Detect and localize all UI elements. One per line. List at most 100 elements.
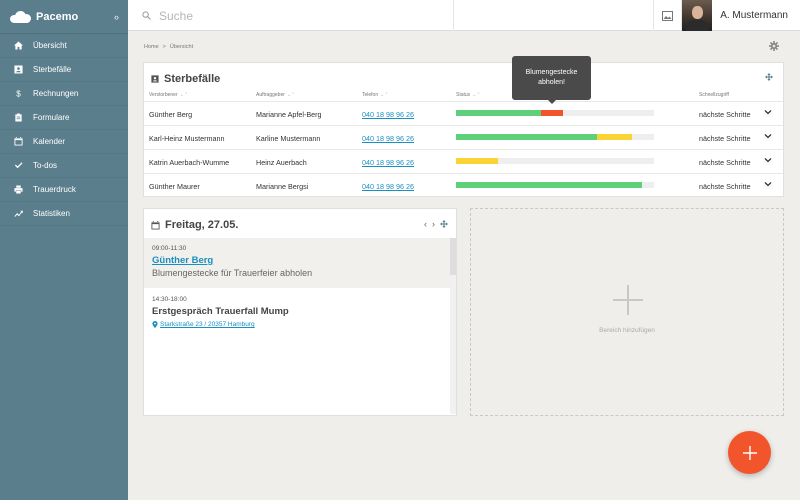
client-name: Karline Mustermann — [256, 134, 321, 143]
trend-icon — [13, 209, 23, 219]
dollar-icon: $ — [13, 89, 23, 99]
status-segment-yellow — [456, 158, 498, 164]
move-handle-icon[interactable] — [765, 73, 773, 81]
phone-link[interactable]: 040 18 98 96 26 — [362, 110, 414, 119]
sidebar-item-formulare[interactable]: Formulare — [0, 106, 128, 130]
contact-card-icon — [13, 65, 23, 75]
breadcrumb-home[interactable]: Home — [144, 44, 159, 50]
sidebar-item-trauerdruck[interactable]: Trauerdruck — [0, 178, 128, 202]
brand[interactable]: Pacemo ‹› — [0, 0, 128, 34]
quick-access-label[interactable]: nächste Schritte — [699, 182, 751, 191]
chevron-down-icon[interactable] — [764, 180, 772, 188]
brand-name: Pacemo — [36, 10, 79, 23]
scrollbar-thumb[interactable] — [450, 238, 456, 275]
event-address-link[interactable]: Starkstraße 23 / 20357 Hamburg — [152, 321, 442, 328]
calendar-icon — [151, 220, 160, 230]
event-name-link[interactable]: Günther Berg — [152, 255, 213, 266]
table-row[interactable]: Günther Maurer Marianne Bergsi 040 18 98… — [144, 173, 783, 197]
calendar-event[interactable]: 14:30-18:00 Erstgespräch Trauerfall Mump… — [144, 288, 450, 343]
sidebar: Pacemo ‹› Übersicht Sterbefälle $ Rechnu… — [0, 0, 128, 500]
add-button[interactable] — [728, 431, 771, 474]
contact-card-icon — [151, 75, 159, 83]
add-area-label: Bereich hinzufügen — [599, 327, 655, 334]
status-bar[interactable] — [456, 158, 654, 164]
svg-text:$: $ — [16, 90, 21, 98]
tooltip-line: abholen! — [538, 79, 565, 86]
client-name: Heinz Auerbach — [256, 158, 307, 167]
cloud-logo-icon — [10, 10, 32, 23]
deceased-name: Günther Maurer — [149, 182, 200, 191]
table-row[interactable]: Günther Berg Marianne Apfel-Berg 040 18 … — [144, 101, 783, 125]
status-bar[interactable] — [456, 134, 654, 140]
calendar-nav: ‹ › — [424, 219, 448, 229]
tooltip-line: Blumengestecke — [525, 69, 578, 76]
sidebar-item-sterbefaelle[interactable]: Sterbefälle — [0, 58, 128, 82]
search-bar — [128, 0, 454, 31]
location-pin-icon — [152, 321, 158, 328]
printer-icon — [13, 185, 23, 195]
status-bar[interactable] — [456, 110, 654, 116]
event-detail: Blumengestecke für Trauerfeier abholen — [152, 268, 313, 278]
sidebar-item-label: To-dos — [33, 161, 58, 170]
breadcrumb-separator: > — [162, 44, 166, 50]
phone-link[interactable]: 040 18 98 96 26 — [362, 158, 414, 167]
breadcrumb-current: Übersicht — [169, 44, 194, 50]
sidebar-item-label: Rechnungen — [33, 89, 79, 98]
event-address: Starkstraße 23 / 20357 Hamburg — [160, 321, 255, 328]
sidebar-item-rechnungen[interactable]: $ Rechnungen — [0, 82, 128, 106]
add-area-button[interactable]: Bereich hinzufügen — [470, 208, 784, 416]
plus-icon — [613, 285, 643, 315]
calendar-icon — [13, 137, 23, 147]
calendar-event[interactable]: 09:00-11:30 Günther Berg Blumengestecke … — [144, 238, 450, 288]
deaths-card-title: Sterbefälle — [151, 73, 220, 85]
calendar-date: Freitag, 27.05. — [165, 219, 239, 231]
plus-icon — [742, 445, 757, 460]
move-handle-icon[interactable] — [440, 220, 448, 228]
status-segment-green — [456, 110, 542, 116]
image-button[interactable] — [653, 0, 681, 31]
table-row[interactable]: Karl-Heinz Mustermann Karline Mustermann… — [144, 125, 783, 149]
status-tooltip: Blumengestecke abholen! — [512, 56, 591, 104]
sidebar-item-statistiken[interactable]: Statistiken — [0, 202, 128, 226]
quick-access-label[interactable]: nächste Schritte — [699, 110, 751, 119]
sidebar-nav: Übersicht Sterbefälle $ Rechnungen Formu… — [0, 34, 128, 226]
quick-access-label[interactable]: nächste Schritte — [699, 158, 751, 167]
chevron-down-icon[interactable] — [764, 108, 772, 116]
table-header: Verstorbener ⌄⌃ Auftraggeber ⌄⌃ Telefon ⌄⌃ … — [144, 92, 783, 100]
prev-day-button[interactable]: ‹ — [424, 219, 427, 229]
search-input[interactable] — [159, 8, 439, 23]
quick-access-label[interactable]: nächste Schritte — [699, 134, 751, 143]
breadcrumb: Home > Übersicht — [144, 44, 193, 50]
event-title: Erstgespräch Trauerfall Mump — [152, 306, 289, 317]
table-row[interactable]: Katrin Auerbach-Wumme Heinz Auerbach 040… — [144, 149, 783, 173]
user-name[interactable]: A. Mustermann — [712, 10, 800, 21]
gear-icon[interactable] — [769, 41, 779, 51]
avatar[interactable] — [681, 0, 713, 31]
calendar-card-title: Freitag, 27.05. — [151, 219, 238, 231]
col-phone[interactable]: Telefon ⌄⌃ — [362, 92, 389, 98]
phone-link[interactable]: 040 18 98 96 26 — [362, 134, 414, 143]
event-time: 14:30-18:00 — [152, 296, 187, 303]
clipboard-icon — [13, 113, 23, 123]
col-status[interactable]: Status ⌄⌃ — [456, 92, 481, 98]
sidebar-item-todos[interactable]: To-dos — [0, 154, 128, 178]
deaths-table-body: Günther Berg Marianne Apfel-Berg 040 18 … — [144, 101, 783, 197]
status-bar[interactable] — [456, 182, 654, 188]
collapse-sidebar-icon[interactable]: ‹› — [114, 12, 119, 22]
calendar-scrollbar[interactable] — [450, 238, 456, 414]
client-name: Marianne Bergsi — [256, 182, 309, 191]
sidebar-item-label: Kalender — [33, 137, 66, 146]
image-icon — [662, 10, 674, 21]
sidebar-item-label: Formulare — [33, 113, 70, 122]
next-day-button[interactable]: › — [432, 219, 435, 229]
header-right: A. Mustermann — [653, 0, 800, 31]
deceased-name: Karl-Heinz Mustermann — [149, 134, 225, 143]
chevron-down-icon[interactable] — [764, 132, 772, 140]
status-segment-green — [456, 182, 643, 188]
chevron-down-icon[interactable] — [764, 156, 772, 164]
phone-link[interactable]: 040 18 98 96 26 — [362, 182, 414, 191]
sidebar-item-kalender[interactable]: Kalender — [0, 130, 128, 154]
col-deceased[interactable]: Verstorbener ⌄⌃ — [149, 92, 188, 98]
sidebar-item-uebersicht[interactable]: Übersicht — [0, 34, 128, 58]
col-client[interactable]: Auftraggeber ⌄⌃ — [256, 92, 295, 98]
